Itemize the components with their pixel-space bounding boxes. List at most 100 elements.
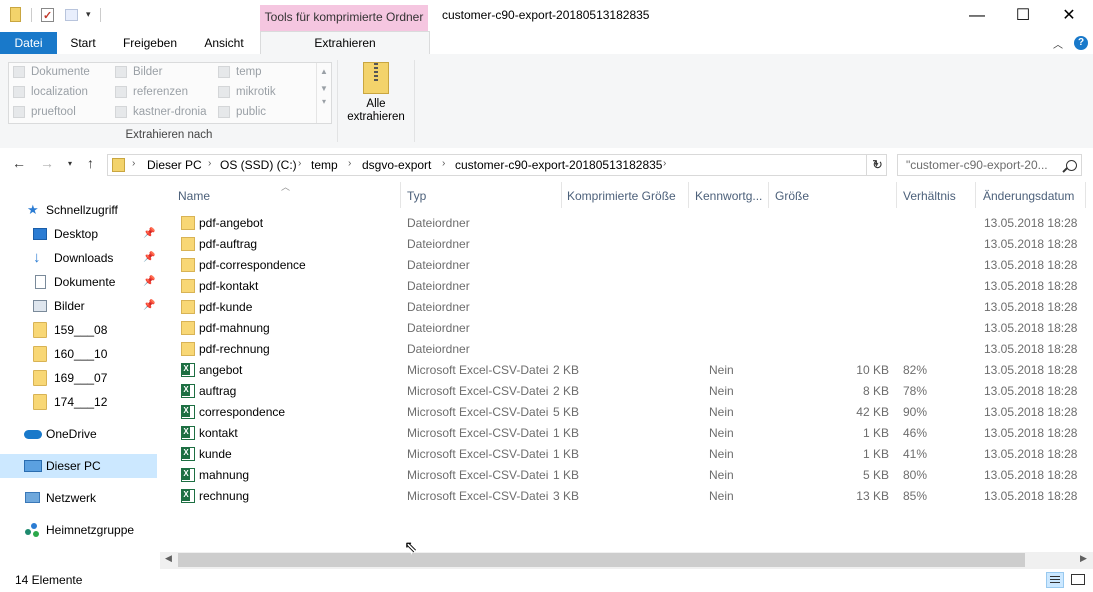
tab-share[interactable]: Freigeben xyxy=(116,32,184,54)
breadcrumb-dsgvo-export[interactable]: dsgvo-export xyxy=(362,158,431,172)
nav-pictures[interactable]: Bilder 📌 xyxy=(0,294,157,318)
column-divider[interactable] xyxy=(688,182,689,208)
file-modified: 13.05.2018 18:28 xyxy=(984,447,1078,461)
refresh-icon[interactable]: ↻ xyxy=(872,157,883,173)
tab-start[interactable]: Start xyxy=(62,32,104,54)
large-icons-view-icon[interactable] xyxy=(1070,572,1086,588)
table-row[interactable]: pdf-mahnung Dateiordner 13.05.2018 18:28 xyxy=(174,318,1086,339)
gallery-scroll[interactable]: ▲ ▼ ▾ xyxy=(316,63,331,123)
search-icon-button[interactable] xyxy=(1062,159,1078,175)
nav-desktop[interactable]: Desktop 📌 xyxy=(0,222,157,246)
column-divider[interactable] xyxy=(400,182,401,208)
column-divider[interactable] xyxy=(1085,182,1086,208)
nav-network[interactable]: Netzwerk xyxy=(0,486,157,510)
address-bar[interactable]: › Dieser PC › OS (SSD) (C:) › temp › dsg… xyxy=(107,154,867,176)
breadcrumb-separator[interactable]: › xyxy=(298,158,301,169)
pin-icon[interactable]: 📌 xyxy=(143,270,155,294)
nav-homegroup[interactable]: Heimnetzgruppe xyxy=(0,518,157,542)
customize-toolbar-chevron-down-icon[interactable]: ▾ xyxy=(86,9,91,20)
column-divider[interactable] xyxy=(561,182,562,208)
destination-localization[interactable]: localization xyxy=(11,83,88,101)
destination-bilder[interactable]: Bilder xyxy=(113,63,162,81)
table-row[interactable]: pdf-kunde Dateiordner 13.05.2018 18:28 xyxy=(174,297,1086,318)
nav-folder-169[interactable]: 169___07 xyxy=(0,366,157,390)
forward-arrow-icon[interactable]: → xyxy=(40,155,54,171)
nav-documents[interactable]: Dokumente 📌 xyxy=(0,270,157,294)
tab-extract[interactable]: Extrahieren xyxy=(260,31,430,55)
column-divider[interactable] xyxy=(975,182,976,208)
file-name: pdf-correspondence xyxy=(199,258,306,272)
breadcrumb-drive-c[interactable]: OS (SSD) (C:) xyxy=(220,158,297,172)
destination-kastner-dronia[interactable]: kastner-dronia xyxy=(113,103,207,121)
extract-all-button[interactable]: Alle extrahieren xyxy=(343,62,409,124)
gallery-up-arrow-icon[interactable]: ▲ xyxy=(317,67,331,76)
tab-file[interactable]: Datei xyxy=(0,32,57,54)
properties-icon[interactable]: ✓ xyxy=(40,7,56,23)
table-row[interactable]: kundeMicrosoft Excel-CSV-Datei1 KBNein1 … xyxy=(174,444,1086,465)
table-row[interactable]: mahnung Microsoft Excel-CSV-Datei1 KB Nein… xyxy=(174,465,1086,486)
nav-folder-174[interactable]: 174___12 xyxy=(0,390,157,414)
table-row[interactable]: rechnung Microsoft Excel-CSV-Datei3 KB Nei… xyxy=(174,486,1086,507)
breadcrumb-current-folder[interactable]: customer-c90-export-20180513182835 xyxy=(455,158,662,172)
search-input[interactable]: "customer-c90-export-20... xyxy=(897,154,1082,176)
table-row[interactable]: kontaktMicrosoft Excel-CSV-Datei1 KBNein… xyxy=(174,423,1086,444)
pin-icon[interactable]: 📌 xyxy=(143,294,155,318)
maximize-button[interactable]: ☐ xyxy=(1000,0,1046,32)
horizontal-scrollbar[interactable]: ◀ ▶ xyxy=(160,552,1093,569)
scroll-right-arrow-icon[interactable]: ▶ xyxy=(1080,553,1087,564)
table-row[interactable]: pdf-angebot Dateiordner 13.05.2018 18:28 xyxy=(174,213,1086,234)
table-row[interactable]: angebot Microsoft Excel-CSV-Datei2 KB Nein… xyxy=(174,360,1086,381)
nav-downloads[interactable]: ↓ Downloads 📌 xyxy=(0,246,157,270)
zip-folder-icon[interactable] xyxy=(8,7,24,23)
destination-mikrotik[interactable]: mikrotik xyxy=(216,83,276,101)
close-button[interactable]: ✕ xyxy=(1046,0,1092,32)
up-arrow-icon[interactable]: ↑ xyxy=(87,155,94,171)
breadcrumb-separator[interactable]: › xyxy=(663,158,666,169)
breadcrumb-separator[interactable]: › xyxy=(208,158,211,169)
destination-public[interactable]: public xyxy=(216,103,266,121)
column-header-password[interactable]: Kennwortg... xyxy=(695,189,762,205)
column-header-name[interactable]: Name xyxy=(178,189,210,205)
table-row[interactable]: pdf-rechnung Dateiordner 13.05.2018 18:28 xyxy=(174,339,1086,360)
back-arrow-icon[interactable]: ← xyxy=(12,155,26,171)
nav-folder-159[interactable]: 159___08 xyxy=(0,318,157,342)
table-row[interactable]: pdf-kontakt Dateiordner 13.05.2018 18:28 xyxy=(174,276,1086,297)
breadcrumb-separator[interactable]: › xyxy=(348,158,351,169)
nav-this-pc[interactable]: Dieser PC xyxy=(0,454,157,478)
destination-referenzen[interactable]: referenzen xyxy=(113,83,188,101)
breadcrumb-separator[interactable]: › xyxy=(132,158,135,169)
breadcrumb-this-pc[interactable]: Dieser PC xyxy=(147,158,202,172)
pin-icon[interactable]: 📌 xyxy=(143,222,155,246)
column-header-type[interactable]: Typ xyxy=(407,189,426,205)
breadcrumb-separator[interactable]: › xyxy=(442,158,445,169)
destination-dokumente[interactable]: Dokumente xyxy=(11,63,90,81)
column-header-modified[interactable]: Änderungsdatum xyxy=(983,189,1074,205)
details-view-icon[interactable] xyxy=(1046,572,1064,588)
tab-view[interactable]: Ansicht xyxy=(196,32,252,54)
column-header-ratio[interactable]: Verhältnis xyxy=(903,189,956,205)
destination-prueftool[interactable]: prueftool xyxy=(11,103,76,121)
table-row[interactable]: pdf-correspondence Dateiordner 13.05.2018 … xyxy=(174,255,1086,276)
column-header-compressed-size[interactable]: Komprimierte Größe xyxy=(567,189,676,205)
breadcrumb-temp[interactable]: temp xyxy=(311,158,338,172)
pin-icon[interactable]: 📌 xyxy=(143,246,155,270)
destination-temp[interactable]: temp xyxy=(216,63,262,81)
nav-folder-160[interactable]: 160___10 xyxy=(0,342,157,366)
minimize-button[interactable]: — xyxy=(954,0,1000,32)
column-divider[interactable] xyxy=(896,182,897,208)
scroll-left-arrow-icon[interactable]: ◀ xyxy=(165,553,172,564)
column-divider[interactable] xyxy=(768,182,769,208)
recent-locations-chevron-down-icon[interactable]: ▾ xyxy=(68,159,72,168)
table-row[interactable]: auftrag Microsoft Excel-CSV-Datei2 KB Nein… xyxy=(174,381,1086,402)
gallery-more-icon[interactable]: ▾ xyxy=(317,97,331,106)
table-row[interactable]: correspondence Microsoft Excel-CSV-Datei5… xyxy=(174,402,1086,423)
nav-quick-access[interactable]: ★ Schnellzugriff xyxy=(0,198,157,222)
nav-onedrive[interactable]: OneDrive xyxy=(0,422,157,446)
table-row[interactable]: pdf-auftrag Dateiordner 13.05.2018 18:28 xyxy=(174,234,1086,255)
column-header-size[interactable]: Größe xyxy=(775,189,809,205)
help-icon[interactable]: ? xyxy=(1074,36,1088,50)
scrollbar-thumb[interactable] xyxy=(178,553,1025,567)
collapse-ribbon-chevron-up-icon[interactable]: ︿ xyxy=(1053,36,1063,51)
new-folder-icon[interactable] xyxy=(64,7,80,23)
gallery-down-arrow-icon[interactable]: ▼ xyxy=(317,84,331,93)
